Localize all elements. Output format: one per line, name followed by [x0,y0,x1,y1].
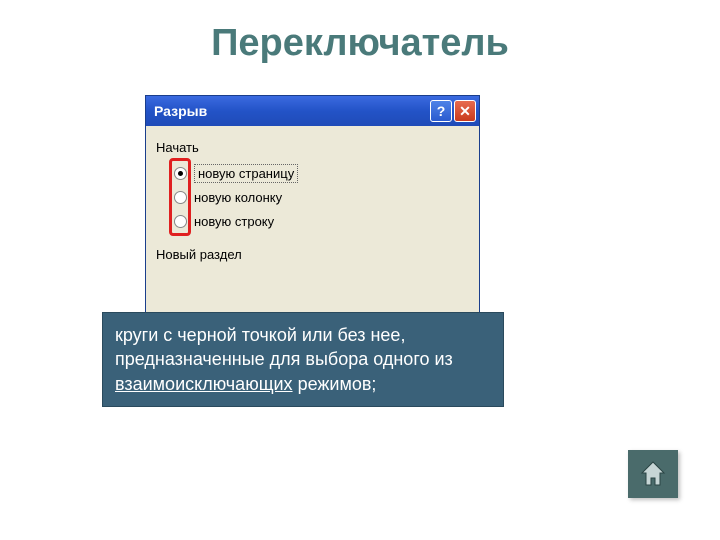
radio-label: новую колонку [194,190,282,205]
radio-option-new-page[interactable]: новую страницу [174,161,469,185]
close-button[interactable]: ✕ [454,100,476,122]
home-icon [638,460,668,488]
callout-line3-rest: режимов; [293,374,377,394]
callout-line3-underlined: взаимоисключающих [115,374,293,394]
slide-title: Переключатель [0,22,720,65]
radio-option-new-column[interactable]: новую колонку [174,185,469,209]
home-button[interactable] [628,450,678,498]
help-button[interactable]: ? [430,100,452,122]
radio-label: новую страницу [194,164,298,183]
options-start: новую страницу новую колонку новую строк… [156,161,469,233]
callout-line1: круги с черной точкой или без нее, [115,325,405,345]
radio-icon [174,215,187,228]
radio-label: новую строку [194,214,274,229]
radio-icon [174,167,187,180]
help-icon: ? [437,103,446,119]
radio-icon [174,191,187,204]
group-start-label: Начать [156,140,469,155]
group-newsection-label: Новый раздел [156,247,469,262]
definition-callout: круги с черной точкой или без нее, предн… [102,312,504,407]
radio-option-new-row[interactable]: новую строку [174,209,469,233]
close-icon: ✕ [459,103,471,120]
callout-line2: предназначенные для выбора одного из [115,349,453,369]
titlebar[interactable]: Разрыв ? ✕ [146,96,479,126]
dialog-title: Разрыв [154,103,428,119]
